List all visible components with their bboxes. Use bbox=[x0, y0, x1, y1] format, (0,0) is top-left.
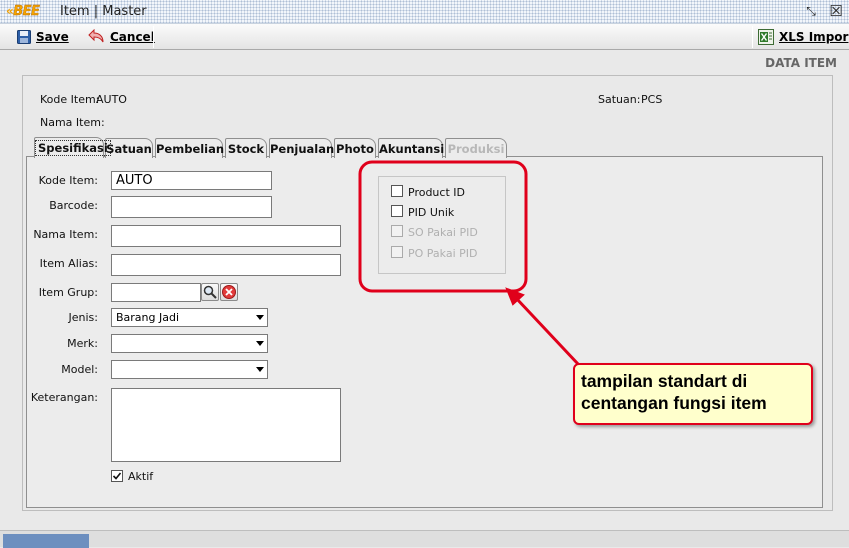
cancel-label: Cancel bbox=[110, 30, 155, 44]
magnifier-icon bbox=[203, 285, 217, 299]
product-id-checkbox[interactable] bbox=[391, 185, 403, 197]
tab-stock[interactable]: Stock bbox=[225, 138, 267, 158]
barcode-input[interactable] bbox=[111, 196, 272, 218]
red-x-icon bbox=[222, 285, 236, 299]
merk-label: Merk: bbox=[67, 337, 98, 350]
tab-label: Pembelian bbox=[156, 142, 225, 156]
so-pakai-pid-label: SO Pakai PID bbox=[408, 226, 478, 239]
header-nama-item-label: Nama Item: bbox=[40, 116, 105, 129]
status-segment bbox=[3, 534, 89, 548]
item-grup-clear-button[interactable] bbox=[220, 283, 238, 301]
toolbar-separator bbox=[752, 26, 753, 48]
model-label: Model: bbox=[61, 363, 98, 376]
kode-item-input[interactable]: AUTO bbox=[111, 171, 272, 190]
window-titlebar: «BEE Item | Master ⤡ ☒ bbox=[0, 0, 849, 24]
item-grup-lookup-button[interactable] bbox=[201, 283, 219, 301]
merk-select[interactable] bbox=[111, 334, 268, 353]
tab-pembelian[interactable]: Pembelian bbox=[155, 138, 225, 158]
tab-produksi: Produksi bbox=[445, 138, 507, 158]
pid-unik-label: PID Unik bbox=[408, 206, 455, 219]
page-heading: DATA ITEM bbox=[765, 56, 837, 70]
item-alias-label: Item Alias: bbox=[39, 257, 98, 270]
undo-arrow-icon bbox=[88, 29, 104, 43]
aktif-checkbox[interactable] bbox=[111, 470, 123, 482]
floppy-disk-icon bbox=[17, 30, 31, 44]
jenis-select[interactable]: Barang Jadi bbox=[111, 308, 268, 327]
so-pakai-pid-checkbox bbox=[391, 225, 403, 237]
save-button[interactable]: Save bbox=[17, 27, 69, 47]
bee-logo: «BEE bbox=[6, 4, 40, 19]
nama-item-label: Nama Item: bbox=[33, 228, 98, 241]
keterangan-label: Keterangan: bbox=[30, 391, 98, 404]
save-label: Save bbox=[36, 30, 69, 44]
nama-item-input[interactable] bbox=[111, 225, 341, 247]
pid-unik-checkbox[interactable] bbox=[391, 205, 403, 217]
header-satuan-value: PCS bbox=[641, 93, 663, 106]
tab-label: Produksi bbox=[447, 142, 505, 156]
header-kode-item-label: Kode Item: bbox=[40, 93, 100, 106]
tab-label: Spesifikasi bbox=[35, 140, 111, 156]
window-title: Item | Master bbox=[60, 4, 147, 19]
annotation-callout: tampilan standart di centangan fungsi it… bbox=[573, 363, 813, 425]
po-pakai-pid-checkbox bbox=[391, 246, 403, 258]
toolbar-separator bbox=[153, 26, 154, 48]
product-id-label: Product ID bbox=[408, 186, 465, 199]
header-satuan-label: Satuan: bbox=[598, 93, 641, 106]
close-window-button[interactable]: ☒ bbox=[828, 3, 844, 19]
model-select[interactable] bbox=[111, 360, 268, 379]
cancel-button[interactable]: Cancel bbox=[87, 27, 155, 47]
xls-import-label: XLS Impor bbox=[779, 30, 849, 44]
keterangan-textarea[interactable] bbox=[111, 388, 341, 462]
checkmark-icon bbox=[112, 472, 122, 480]
aktif-label: Aktif bbox=[128, 470, 154, 483]
tab-label: Satuan bbox=[106, 142, 152, 156]
logo-text: BEE bbox=[13, 4, 40, 19]
tab-photo[interactable]: Photo bbox=[334, 138, 376, 158]
tab-label: Photo bbox=[336, 142, 374, 156]
kode-item-label: Kode Item: bbox=[38, 174, 98, 187]
header-kode-item-value: AUTO bbox=[96, 93, 127, 106]
tab-spesifikasi[interactable]: Spesifikasi bbox=[34, 137, 111, 158]
tab-label: Akuntansi bbox=[379, 142, 445, 156]
barcode-label: Barcode: bbox=[49, 199, 98, 212]
item-alias-input[interactable] bbox=[111, 254, 341, 276]
tab-satuan[interactable]: Satuan bbox=[105, 138, 153, 158]
tab-label: Penjualan bbox=[270, 142, 335, 156]
chevron-down-icon bbox=[256, 367, 264, 372]
tab-label: Stock bbox=[227, 142, 265, 156]
jenis-label: Jenis: bbox=[68, 311, 98, 324]
chevron-down-icon bbox=[256, 315, 264, 320]
excel-icon bbox=[758, 29, 774, 45]
tab-penjualan[interactable]: Penjualan bbox=[269, 138, 335, 158]
restore-window-button[interactable]: ⤡ bbox=[803, 3, 819, 19]
chevron-down-icon bbox=[256, 341, 264, 346]
po-pakai-pid-label: PO Pakai PID bbox=[408, 247, 478, 260]
tab-akuntansi[interactable]: Akuntansi bbox=[378, 138, 445, 158]
item-grup-label: Item Grup: bbox=[38, 286, 98, 299]
status-bar bbox=[0, 530, 849, 548]
toolbar: Save Cancel XLS Impor bbox=[0, 24, 849, 50]
item-grup-input[interactable] bbox=[111, 283, 201, 302]
xls-import-button[interactable]: XLS Impor bbox=[758, 27, 848, 47]
jenis-selected-value: Barang Jadi bbox=[116, 311, 180, 324]
